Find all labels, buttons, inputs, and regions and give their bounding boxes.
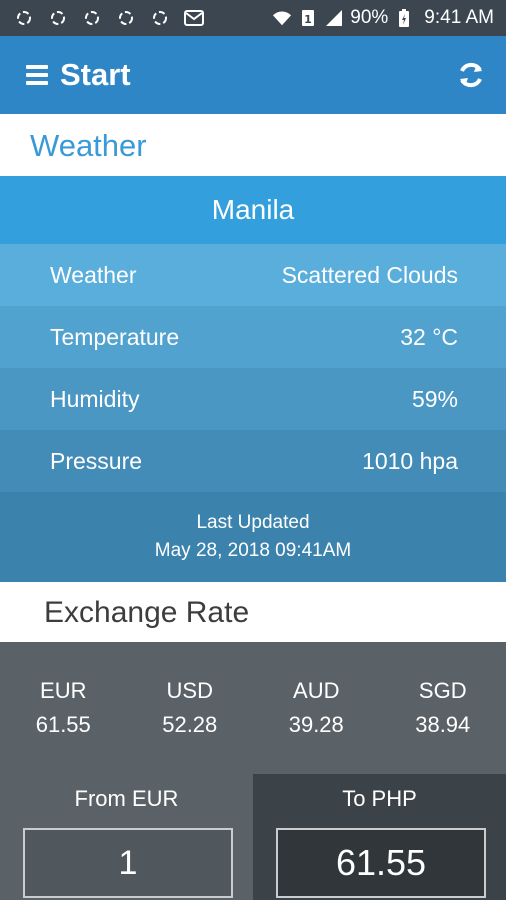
rate-code: AUD bbox=[293, 678, 340, 703]
weather-row-value: 59% bbox=[411, 385, 458, 412]
last-updated-value: May 28, 2018 09:41AM bbox=[154, 540, 352, 561]
last-updated-label: Last Updated bbox=[196, 512, 310, 533]
battery-charging-icon bbox=[394, 8, 414, 28]
converter-from-input[interactable]: 1 bbox=[23, 828, 233, 898]
status-bar: 1 90% 9:41 AM bbox=[0, 0, 506, 36]
converter-to-output: 61.55 bbox=[276, 828, 486, 898]
weather-row-condition: Weather Scattered Clouds bbox=[0, 244, 506, 306]
rate-code: USD bbox=[166, 678, 213, 703]
rate-item-aud: AUD 39.28 bbox=[253, 642, 380, 774]
weather-row-value: 1010 hpa bbox=[362, 447, 458, 474]
weather-row-label: Humidity bbox=[50, 385, 140, 412]
exchange-section-header: Exchange Rate bbox=[0, 582, 506, 642]
rate-code: EUR bbox=[40, 678, 87, 703]
converter-to-panel: To PHP 61.55 bbox=[253, 774, 506, 900]
weather-row-label: Weather bbox=[50, 261, 137, 288]
weather-row-value: 32 °C bbox=[400, 323, 458, 350]
exchange-section-title: Exchange Rate bbox=[44, 596, 250, 629]
app-bar-left: Start bbox=[26, 57, 131, 93]
svg-text:1: 1 bbox=[304, 13, 312, 26]
app-bar: Start bbox=[0, 36, 506, 114]
converter-from-panel: From EUR 1 bbox=[0, 774, 253, 900]
weather-row-temperature: Temperature 32 °C bbox=[0, 306, 506, 368]
sync-icon bbox=[14, 8, 34, 28]
page-title: Start bbox=[60, 57, 131, 92]
converter-to-label[interactable]: To PHP bbox=[253, 786, 506, 812]
rate-item-usd: USD 52.28 bbox=[127, 642, 254, 774]
rate-item-sgd: SGD 38.94 bbox=[380, 642, 506, 774]
sync-icon bbox=[48, 8, 68, 28]
rate-value: 61.55 bbox=[35, 712, 91, 737]
wifi-icon bbox=[272, 8, 292, 28]
sync-icon bbox=[150, 8, 170, 28]
rate-value: 39.28 bbox=[288, 712, 344, 737]
city-name: Manila bbox=[0, 176, 506, 244]
weather-row-humidity: Humidity 59% bbox=[0, 368, 506, 430]
rate-value: 38.94 bbox=[415, 712, 471, 737]
refresh-icon[interactable] bbox=[456, 60, 486, 90]
weather-row-label: Pressure bbox=[50, 447, 143, 474]
weather-row-pressure: Pressure 1010 hpa bbox=[0, 430, 506, 492]
weather-row-label: Temperature bbox=[50, 323, 180, 350]
notification-icons bbox=[14, 8, 204, 28]
hamburger-menu-icon[interactable] bbox=[26, 65, 48, 85]
sync-icon bbox=[116, 8, 136, 28]
exchange-rates: EUR 61.55 USD 52.28 AUD 39.28 SGD 38.94 bbox=[0, 642, 506, 774]
sync-icon bbox=[82, 8, 102, 28]
signal-icon bbox=[324, 8, 344, 28]
rate-value: 52.28 bbox=[162, 712, 218, 737]
sim-icon: 1 bbox=[298, 8, 318, 28]
weather-row-value: Scattered Clouds bbox=[281, 261, 458, 288]
mail-icon bbox=[184, 8, 204, 28]
converter-from-label[interactable]: From EUR bbox=[0, 786, 253, 812]
rate-code: SGD bbox=[418, 678, 467, 703]
system-status: 1 90% 9:41 AM bbox=[272, 7, 494, 29]
last-updated: Last Updated May 28, 2018 09:41AM bbox=[0, 492, 506, 582]
weather-section-title: Weather bbox=[30, 128, 147, 163]
battery-percent: 90% bbox=[350, 7, 389, 28]
weather-section-header: Weather bbox=[0, 114, 506, 176]
rate-item-eur: EUR 61.55 bbox=[0, 642, 127, 774]
clock: 9:41 AM bbox=[424, 7, 494, 28]
